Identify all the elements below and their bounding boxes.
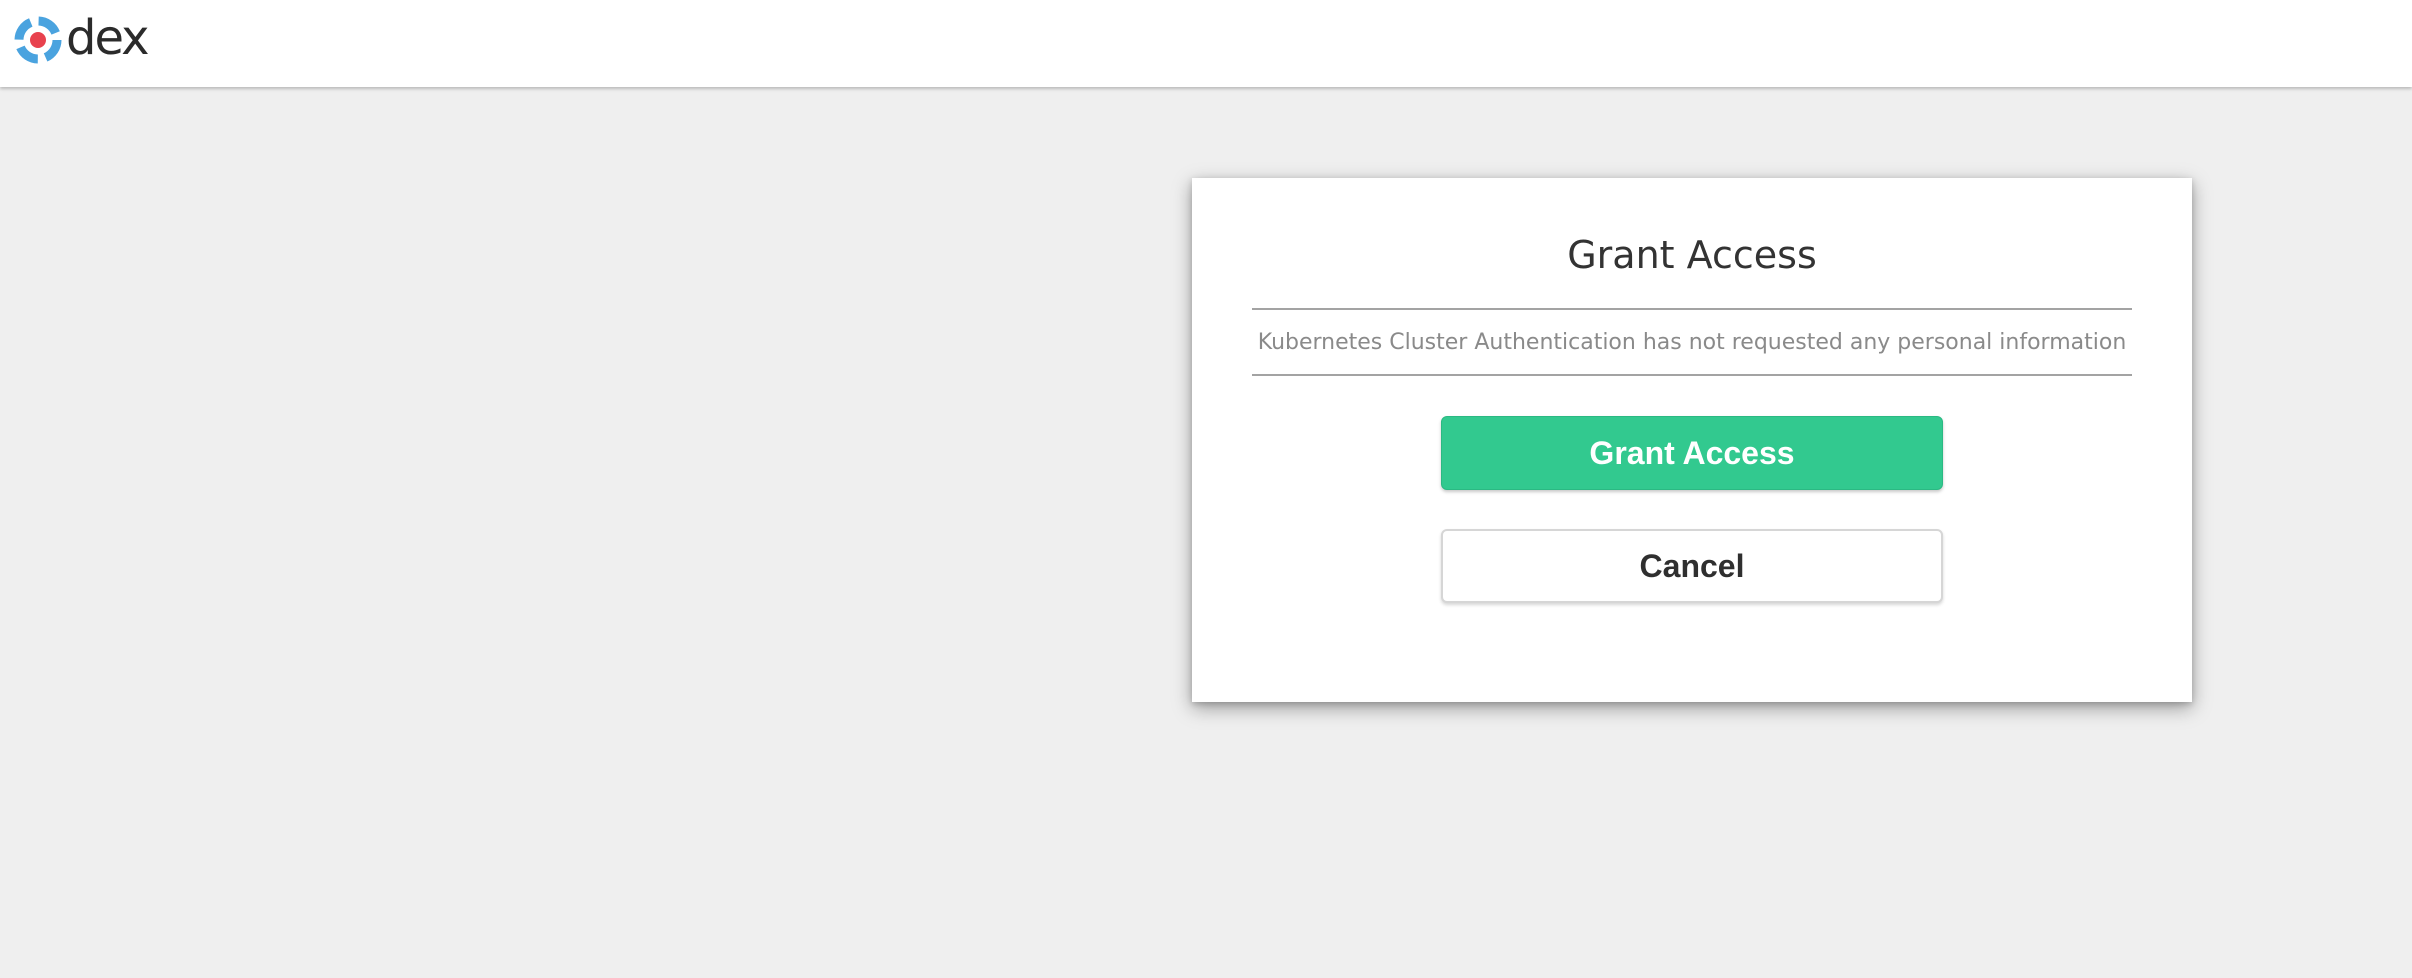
dialog-title: Grant Access [1567,233,1817,277]
info-message: Kubernetes Cluster Authentication has no… [1257,329,2127,355]
dex-logo-icon [14,16,62,64]
info-block: Kubernetes Cluster Authentication has no… [1252,308,2132,376]
logo-text: dex [66,10,150,66]
top-bar: dex [0,0,2412,87]
cancel-button[interactable]: Cancel [1441,529,1943,603]
grant-access-dialog: Grant Access Kubernetes Cluster Authenti… [1192,178,2192,702]
grant-access-button[interactable]: Grant Access [1441,416,1943,490]
dex-logo[interactable]: dex [12,10,150,66]
